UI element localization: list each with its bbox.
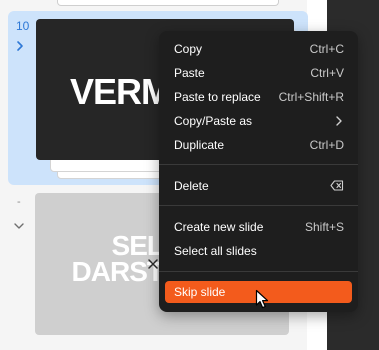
slide-number: 10 xyxy=(16,19,30,33)
menu-item-copy[interactable]: Copy Ctrl+C xyxy=(165,38,352,60)
menu-divider xyxy=(159,271,358,272)
slide-thumbnail-title: SEL DARST xyxy=(43,232,164,287)
menu-item-label: Create new slide xyxy=(174,220,264,234)
menu-item-copy-paste-as[interactable]: Copy/Paste as xyxy=(165,110,352,132)
menu-item-label: Paste xyxy=(174,66,205,80)
slide-title-line: DARST xyxy=(71,256,164,287)
menu-item-label: Copy xyxy=(174,42,203,56)
menu-item-shortcut: Ctrl+C xyxy=(309,42,344,56)
menu-item-delete[interactable]: Delete xyxy=(165,175,352,197)
backspace-icon xyxy=(330,180,344,191)
menu-item-paste[interactable]: Paste Ctrl+V xyxy=(165,62,352,84)
menu-item-label: Skip slide xyxy=(174,285,226,299)
menu-item-paste-to-replace[interactable]: Paste to replace Ctrl+Shift+R xyxy=(165,86,352,108)
menu-item-duplicate[interactable]: Duplicate Ctrl+D xyxy=(165,134,352,156)
menu-item-label: Paste to replace xyxy=(174,90,261,104)
chevron-down-icon[interactable] xyxy=(13,220,25,232)
menu-item-select-all-slides[interactable]: Select all slides xyxy=(165,240,352,262)
menu-item-label: Delete xyxy=(174,179,209,193)
mouse-cursor-icon xyxy=(255,289,269,309)
menu-divider xyxy=(159,164,358,165)
close-icon xyxy=(148,259,158,269)
menu-item-shortcut: Ctrl+V xyxy=(310,66,344,80)
menu-item-label: Select all slides xyxy=(174,244,257,258)
context-menu: Copy Ctrl+C Paste Ctrl+V Paste to replac… xyxy=(159,31,358,312)
menu-divider xyxy=(159,205,358,206)
menu-item-label: Duplicate xyxy=(174,138,225,152)
slide-thumbnail-title: VERM xyxy=(70,71,171,112)
menu-item-shortcut: Shift+S xyxy=(304,220,344,234)
menu-item-shortcut: Ctrl+Shift+R xyxy=(278,90,344,104)
menu-item-label: Copy/Paste as xyxy=(174,114,253,128)
previous-slide-thumbnail[interactable] xyxy=(57,0,279,6)
menu-item-create-new-slide[interactable]: Create new slide Shift+S xyxy=(165,216,352,238)
menu-item-shortcut: Ctrl+D xyxy=(309,138,344,152)
chevron-right-icon xyxy=(336,116,342,126)
chevron-right-icon[interactable] xyxy=(14,40,26,52)
slide-number: - xyxy=(17,196,21,208)
